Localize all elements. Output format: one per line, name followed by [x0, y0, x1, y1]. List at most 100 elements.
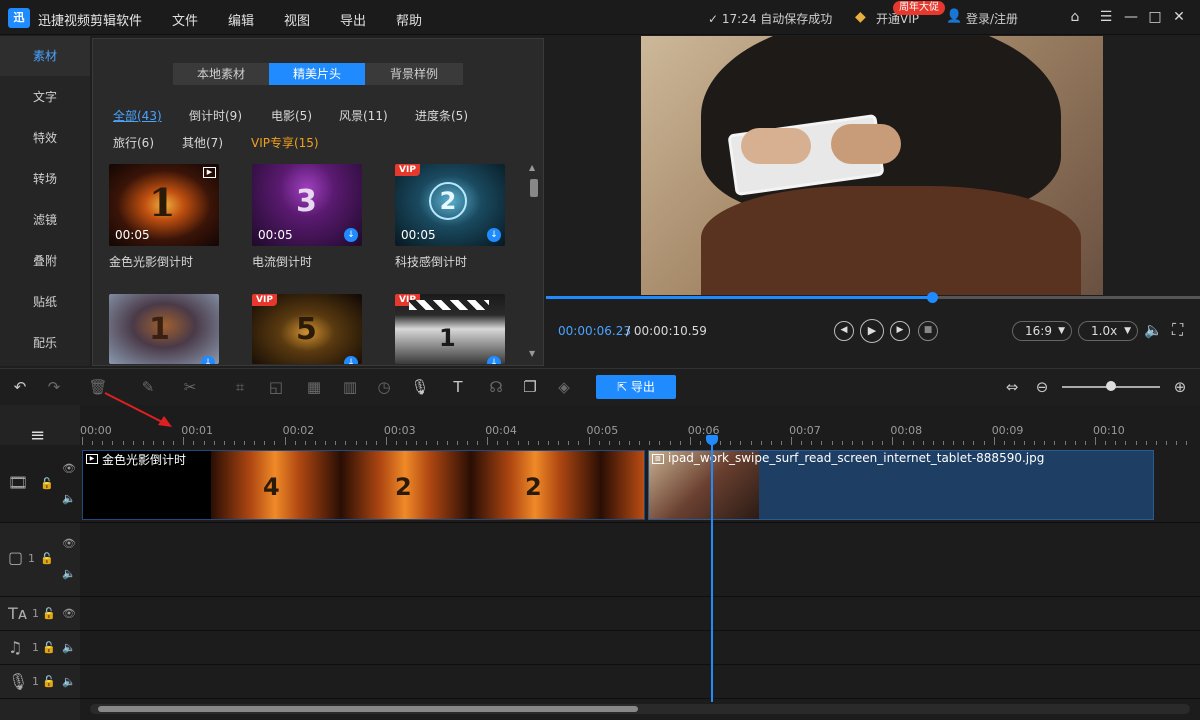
stop-icon[interactable]: ■ [918, 321, 938, 341]
filter-scenery[interactable]: 风景(11) [339, 107, 388, 124]
lock-icon[interactable]: 🔓 [40, 552, 54, 565]
volume-icon[interactable]: 🔈 [1144, 321, 1163, 339]
library-scrollbar[interactable]: ▲ ▼ [529, 163, 539, 361]
template-thumb[interactable]: VIP 2 00:05 ↓ [395, 164, 505, 246]
keyframe-icon[interactable]: ◈ [554, 377, 574, 397]
timeline-clip-intro[interactable]: 4 2 2 ▶ 金色光影倒计时 [82, 450, 645, 520]
undo-icon[interactable]: ↶ [10, 377, 30, 397]
sidebar-item-effects[interactable]: 特效 [0, 118, 90, 158]
tab-intros[interactable]: 精美片头 [269, 63, 365, 85]
play-icon[interactable]: ▶ [860, 319, 884, 343]
mute-icon[interactable]: 🔈 [62, 567, 76, 580]
sidebar-item-stickers[interactable]: 贴纸 [0, 282, 90, 322]
filter-other[interactable]: 其他(7) [182, 134, 223, 151]
home-icon[interactable]: ⌂ [1066, 8, 1084, 26]
scroll-down-icon[interactable]: ▼ [529, 349, 535, 358]
template-thumb[interactable]: 3 00:05 ↓ [252, 164, 362, 246]
maximize-icon[interactable]: □ [1146, 8, 1164, 26]
sidebar-item-transitions[interactable]: 转场 [0, 159, 90, 199]
category-sidebar: 素材 文字 特效 转场 滤镜 叠附 贴纸 配乐 [0, 36, 90, 366]
download-icon[interactable]: ↓ [487, 356, 501, 364]
close-icon[interactable]: ✕ [1170, 8, 1188, 26]
timeline-scrollbar[interactable] [90, 704, 1190, 714]
speed-select[interactable]: 1.0x ▼ [1078, 321, 1138, 341]
playback-progress[interactable] [546, 292, 1200, 303]
text-to-speech-icon[interactable]: T [448, 377, 468, 397]
sidebar-item-music[interactable]: 配乐 [0, 323, 90, 363]
visibility-icon[interactable]: 👁 [62, 462, 76, 475]
progress-knob[interactable] [926, 292, 938, 303]
audio-levels-icon[interactable]: ▥ [340, 377, 360, 397]
fullscreen-icon[interactable]: ⛶ [1172, 320, 1183, 340]
download-icon[interactable]: ↓ [201, 356, 215, 364]
download-icon[interactable]: ↓ [344, 228, 358, 242]
scroll-up-icon[interactable]: ▲ [529, 163, 535, 172]
title-bar: 迅 迅捷视频剪辑软件 文件 编辑 视图 导出 帮助 ✓ 17:24 自动保存成功… [0, 0, 1200, 35]
crop-icon[interactable]: ⌗ [230, 377, 250, 397]
add-track-icon[interactable]: ≡ [30, 425, 45, 446]
sidebar-item-overlays[interactable]: 叠附 [0, 241, 90, 281]
template-thumb[interactable]: 1 ▶ 00:05 [109, 164, 219, 246]
download-icon[interactable]: ↓ [487, 228, 501, 242]
video-preview [641, 36, 1103, 295]
lock-icon[interactable]: 🔓 [42, 641, 56, 654]
login-button[interactable]: 登录/注册 [966, 10, 1018, 27]
mosaic-icon[interactable]: ▦ [304, 377, 324, 397]
playhead[interactable] [711, 437, 713, 702]
visibility-icon[interactable]: 👁 [62, 537, 76, 550]
menu-file[interactable]: 文件 [172, 10, 198, 29]
menu-export[interactable]: 导出 [340, 10, 366, 29]
menu-hamburger-icon[interactable]: ☰ [1097, 8, 1115, 26]
thumb-digit: 1 [149, 312, 170, 347]
sidebar-item-text[interactable]: 文字 [0, 77, 90, 117]
menu-view[interactable]: 视图 [284, 10, 310, 29]
timeline-scrollbar-thumb[interactable] [98, 706, 638, 712]
tab-background-samples[interactable]: 背景样例 [365, 63, 463, 85]
scrollbar-thumb[interactable] [530, 179, 538, 197]
template-thumb[interactable]: 1 ↓ [109, 294, 219, 364]
zoom-slider-knob[interactable] [1106, 381, 1116, 391]
visibility-icon[interactable]: 👁 [62, 607, 76, 620]
timeline-clip-image[interactable]: ▨ ipad_work_swipe_surf_read_screen_inter… [648, 450, 1154, 520]
mute-icon[interactable]: 🔈 [62, 641, 76, 654]
lock-icon[interactable]: 🔓 [40, 477, 54, 490]
export-button[interactable]: ⇱ 导出 [596, 375, 676, 399]
menu-help[interactable]: 帮助 [396, 10, 422, 29]
voice-track-icon: 🎙 [8, 672, 29, 691]
filter-countdown[interactable]: 倒计时(9) [189, 107, 242, 124]
template-thumb[interactable]: VIP 5 ↓ [252, 294, 362, 364]
lock-icon[interactable]: 🔓 [42, 675, 56, 688]
template-thumb[interactable]: VIP 1 ↓ [395, 294, 505, 364]
zoom-in-icon[interactable]: ⊕ [1170, 377, 1190, 397]
aspect-ratio-select[interactable]: 16:9 ▼ [1012, 321, 1072, 341]
redo-icon[interactable]: ↷ [44, 377, 64, 397]
menu-edit[interactable]: 编辑 [228, 10, 254, 29]
next-frame-icon[interactable]: ▶ [890, 321, 910, 341]
thumb-digit: 2 [429, 182, 467, 220]
mute-icon[interactable]: 🔈 [62, 492, 76, 505]
split-icon[interactable]: ✂ [180, 377, 200, 397]
download-icon[interactable]: ↓ [344, 356, 358, 364]
microphone-icon[interactable]: 🎙 [410, 377, 430, 397]
resize-icon[interactable]: ◱ [266, 377, 286, 397]
time-ruler[interactable]: 00:00 00:01 00:02 00:03 00:04 00:05 00:06 00:07… [80, 415, 1200, 445]
minimize-icon[interactable]: — [1122, 8, 1140, 26]
tab-local-materials[interactable]: 本地素材 [173, 63, 269, 85]
filter-progress-bar[interactable]: 进度条(5) [415, 107, 468, 124]
duration-icon[interactable]: ◷ [374, 377, 394, 397]
filter-all[interactable]: 全部(43) [113, 107, 162, 124]
edit-toolbar: ↶ ↷ 🗑 ✎ ✂ ⌗ ◱ ▦ ▥ ◷ 🎙 T ☊ ❐ ◈ ⇱ 导出 ⇔ ⊖ ⊕ [0, 368, 1200, 404]
filter-vip-exclusive[interactable]: VIP专享(15) [251, 134, 319, 151]
sidebar-item-materials[interactable]: 素材 [0, 36, 90, 76]
filter-movie[interactable]: 电影(5) [271, 107, 312, 124]
mute-icon[interactable]: 🔈 [62, 675, 76, 688]
sidebar-item-filters[interactable]: 滤镜 [0, 200, 90, 240]
thumb-duration: 00:05 [401, 228, 436, 242]
lock-icon[interactable]: 🔓 [42, 607, 56, 620]
fit-timeline-icon[interactable]: ⇔ [1002, 377, 1022, 397]
layers-icon[interactable]: ❐ [520, 377, 540, 397]
zoom-out-icon[interactable]: ⊖ [1032, 377, 1052, 397]
voice-change-icon[interactable]: ☊ [486, 377, 506, 397]
prev-frame-icon[interactable]: ◀ [834, 321, 854, 341]
filter-travel[interactable]: 旅行(6) [113, 134, 154, 151]
